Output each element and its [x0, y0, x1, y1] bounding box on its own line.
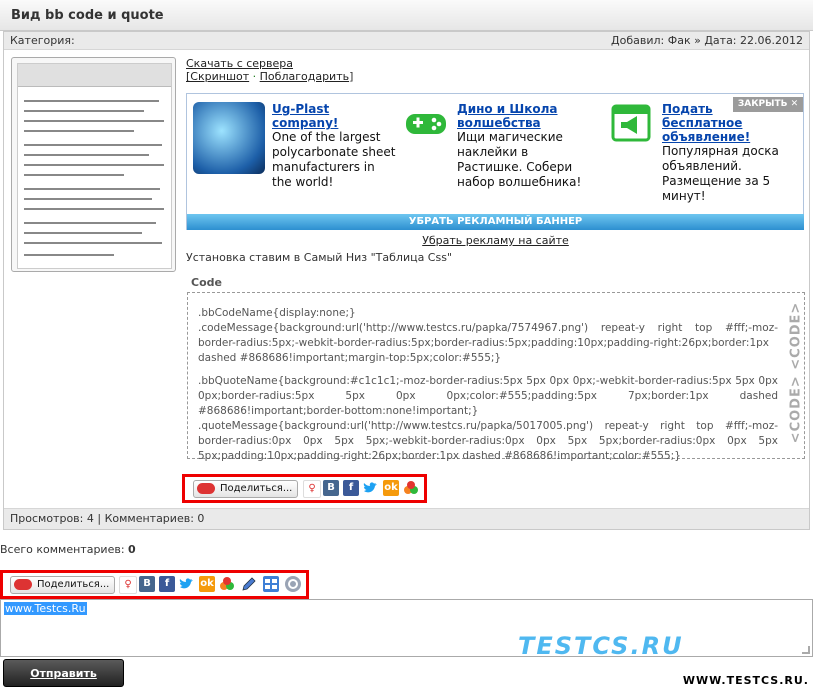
code-line: .quoteMessage{background:url('http://www…: [198, 420, 778, 462]
bookmark-grid-icon[interactable]: [263, 576, 279, 592]
odnoklassniki-icon[interactable]: ok: [199, 576, 215, 592]
stats-text: Просмотров: 4 | Комментариев: 0: [10, 512, 205, 525]
moimir-icon[interactable]: [219, 576, 235, 592]
facebook-icon[interactable]: f: [159, 576, 175, 592]
page-header: Вид bb code и quote: [0, 0, 813, 31]
ad-item-3[interactable]: Подать бесплатное объявление! Популярная…: [662, 102, 797, 204]
facebook-icon[interactable]: f: [343, 480, 359, 496]
settings-icon[interactable]: [285, 576, 301, 592]
bracket-open: [Скриншот: [186, 70, 249, 83]
site-url-label: WWW.TESTCS.RU.: [682, 674, 809, 687]
yandex-icon[interactable]: ♀: [119, 576, 137, 594]
ad-item-2-text: Ищи магические наклейки в Растишке. Собе…: [457, 130, 582, 189]
twitter-icon[interactable]: [363, 480, 379, 496]
odnoklassniki-icon[interactable]: ok: [383, 480, 399, 496]
download-link[interactable]: Скачать с сервера: [186, 57, 293, 70]
remove-banner-button[interactable]: УБРАТЬ РЕКЛАМНЫЙ БАННЕР: [187, 214, 804, 230]
close-ad-button[interactable]: ЗАКРЫТЬ ✕: [733, 97, 803, 112]
code-line: .bbCodeName{display:none;}: [198, 307, 356, 319]
comment-textarea[interactable]: www.Testcs.Ru: [0, 599, 813, 657]
ad-item-1[interactable]: Ug-Plast company! One of the largest pol…: [272, 102, 397, 190]
ad-item-3-text: Популярная доска объявлений. Размещение …: [662, 144, 779, 203]
thumbnail-image: [17, 63, 172, 269]
code-block[interactable]: .bbCodeName{display:none;} .codeMessage{…: [187, 292, 805, 462]
comments-total: Всего комментариев: 0: [0, 543, 136, 556]
twitter-icon[interactable]: [179, 576, 195, 592]
moimir-icon[interactable]: [403, 480, 419, 496]
comment-share-bar: Поделиться... ♀ B f ok: [0, 570, 309, 599]
ad-item-2[interactable]: Дино и Школа волшебства Ищи магические н…: [457, 102, 582, 190]
screenshot-link[interactable]: [Скриншот: [186, 70, 249, 83]
comment-share-label: Поделиться...: [37, 579, 110, 590]
megaphone-icon: [611, 104, 651, 142]
ad-item-1-title[interactable]: Ug-Plast company!: [272, 102, 397, 130]
share-button[interactable]: Поделиться...: [193, 480, 298, 498]
share-bar: Поделиться... ♀ B f ok: [182, 474, 427, 503]
code-label: Code: [191, 276, 222, 289]
code-line: .codeMessage{background:url('http://www.…: [198, 322, 778, 364]
comments-total-label: Всего комментариев:: [0, 543, 125, 556]
ad-image-icon[interactable]: [193, 102, 265, 174]
description-text: Установка ставим в Самый Низ "Таблица Cs…: [186, 251, 453, 264]
pencil-icon[interactable]: [241, 576, 257, 592]
share-button-label: Поделиться...: [220, 483, 293, 494]
gamepad-icon: [404, 108, 448, 138]
download-links: Скачать с сервера [Скриншот · Поблагодар…: [186, 57, 353, 83]
ad-item-2-title[interactable]: Дино и Школа волшебства: [457, 102, 582, 130]
resize-handle[interactable]: [802, 646, 810, 654]
send-button[interactable]: Отправить: [3, 659, 124, 687]
code-line: .bbQuoteName{background:#c1c1c1;-moz-bor…: [198, 375, 778, 417]
selected-text: www.Testcs.Ru: [4, 602, 87, 615]
speaker-icon: [14, 579, 32, 590]
category-label: Категория:: [10, 34, 75, 47]
screenshot-thumbnail[interactable]: [11, 57, 176, 272]
code-side-label: <CODE> <CODE>: [788, 301, 804, 444]
ad-item-1-text: One of the largest polycarbonate sheet m…: [272, 130, 396, 189]
bracket-close: ]: [349, 70, 354, 83]
comments-total-value: 0: [128, 543, 136, 556]
vk-icon[interactable]: B: [323, 480, 339, 496]
comment-share-button[interactable]: Поделиться...: [10, 576, 115, 594]
code-content: .bbCodeName{display:none;} .codeMessage{…: [198, 306, 778, 464]
thank-link[interactable]: Поблагодарить: [260, 70, 349, 83]
author-date: Добавил: Фак » Дата: 22.06.2012: [611, 34, 803, 47]
watermark-logo: TESTCS.RU: [518, 632, 684, 660]
separator-dot: ·: [252, 70, 257, 83]
remove-ads-link[interactable]: Убрать рекламу на сайте: [422, 234, 569, 247]
yandex-icon[interactable]: ♀: [303, 480, 321, 498]
speaker-icon: [197, 483, 215, 494]
page-title: Вид bb code и quote: [11, 8, 164, 23]
ad-banner: Ug-Plast company! One of the largest pol…: [186, 93, 804, 230]
vk-icon[interactable]: B: [139, 576, 155, 592]
